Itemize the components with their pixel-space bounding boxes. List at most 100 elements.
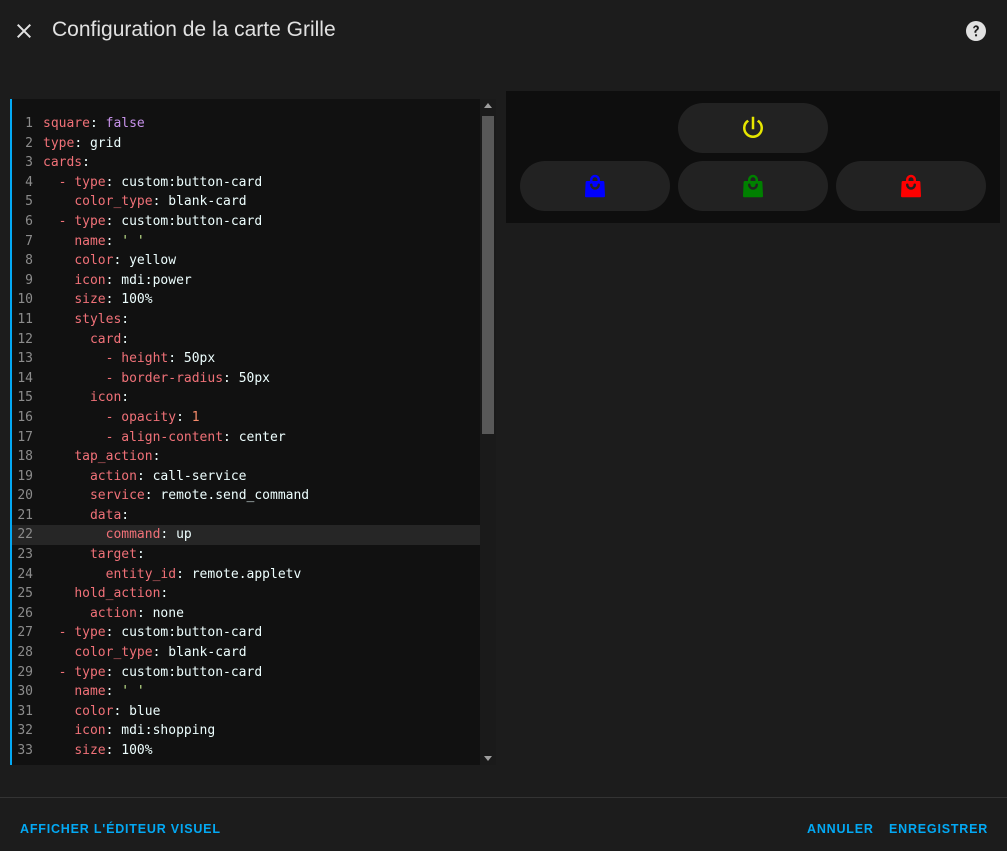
code-line[interactable]: 30 name: ' '	[12, 682, 480, 702]
line-text: icon: mdi:shopping	[74, 723, 216, 739]
code-line[interactable]: 7 name: ' '	[12, 232, 480, 252]
yaml-value: false	[105, 116, 145, 131]
code-line[interactable]: 8 color: yellow	[12, 251, 480, 271]
code-line[interactable]: 31 color: blue	[12, 702, 480, 722]
code-line[interactable]: 24 entity_id: remote.appletv	[12, 565, 480, 585]
code-line[interactable]: 14 - border-radius: 50px	[12, 369, 480, 389]
code-line[interactable]: 11 styles:	[12, 310, 480, 330]
yaml-key: icon	[74, 272, 106, 288]
code-line[interactable]: 2 type: grid	[12, 134, 480, 154]
yaml-key: square	[43, 116, 90, 131]
yaml-key: action	[89, 605, 137, 621]
line-number: 1	[25, 116, 33, 131]
yaml-key: action	[89, 468, 137, 484]
line-number: 13	[17, 351, 33, 367]
yaml-key: data	[89, 507, 122, 523]
help-button[interactable]	[964, 19, 988, 43]
yaml-value: yellow	[129, 253, 177, 269]
code-line[interactable]: 23 target:	[12, 545, 480, 565]
cancel-button[interactable]: Annuler	[807, 822, 874, 836]
code-line[interactable]: 12 card:	[12, 330, 480, 350]
red-shopping-button-card[interactable]	[836, 161, 986, 211]
code-line[interactable]: 21 data:	[12, 506, 480, 526]
line-text: hold_action:	[74, 586, 169, 602]
scroll-thumb[interactable]	[482, 116, 494, 434]
code-lines[interactable]: 1 square: false 2 type: grid 3 cards: 4 - type…	[12, 114, 480, 761]
yaml-key: command	[105, 527, 161, 543]
close-button[interactable]	[12, 19, 36, 43]
line-text: - border-radius: 50px	[105, 370, 270, 386]
line-text: name: ' '	[74, 233, 145, 249]
line-number: 9	[25, 272, 33, 288]
line-number: 20	[17, 488, 33, 504]
save-button[interactable]: Enregistrer	[889, 822, 988, 836]
code-line[interactable]: 33 size: 100%	[12, 741, 480, 761]
code-line[interactable]: 16 - opacity: 1	[12, 408, 480, 428]
green-shopping-button-card[interactable]	[678, 161, 828, 211]
code-line[interactable]: 25 hold_action:	[12, 584, 480, 604]
line-number: 33	[17, 743, 33, 758]
line-number: 27	[17, 625, 33, 641]
line-text: - type: custom:button-card	[58, 664, 263, 680]
line-number: 15	[17, 390, 33, 406]
scroll-down-arrow-icon[interactable]	[484, 756, 492, 761]
code-line[interactable]: 15 icon:	[12, 388, 480, 408]
editor-scrollbar[interactable]	[480, 99, 496, 765]
yaml-code-editor[interactable]: 1 square: false 2 type: grid 3 cards: 4 - type…	[10, 99, 496, 765]
power-button-card[interactable]	[678, 103, 828, 153]
yaml-key: color	[74, 703, 114, 719]
yaml-key: hold_action	[74, 586, 161, 602]
code-line[interactable]: 27 - type: custom:button-card	[12, 623, 480, 643]
dialog-title: Configuration de la carte Grille	[52, 18, 336, 41]
line-text: type: grid	[43, 135, 122, 151]
close-icon	[17, 24, 31, 38]
line-number: 25	[17, 586, 33, 602]
line-number: 28	[17, 645, 33, 661]
yaml-value: blank-card	[168, 194, 247, 210]
code-line[interactable]: 32 icon: mdi:shopping	[12, 721, 480, 741]
line-text: - height: 50px	[105, 351, 216, 367]
line-text: action: call-service	[89, 468, 247, 484]
show-visual-editor-button[interactable]: Afficher l'éditeur visuel	[20, 822, 221, 836]
code-line[interactable]: 13 - height: 50px	[12, 349, 480, 369]
yaml-key: type	[74, 174, 106, 190]
line-number: 8	[25, 253, 33, 269]
scroll-up-arrow-icon[interactable]	[484, 103, 492, 108]
code-line[interactable]: 19 action: call-service	[12, 467, 480, 487]
yaml-key: size	[74, 743, 106, 758]
yaml-key: size	[74, 292, 106, 308]
code-line[interactable]: 5 color_type: blank-card	[12, 192, 480, 212]
code-line[interactable]: 18 tap_action:	[12, 447, 480, 467]
code-line[interactable]: 9 icon: mdi:power	[12, 271, 480, 291]
code-line[interactable]: 4 - type: custom:button-card	[12, 173, 480, 193]
line-number: 29	[17, 664, 33, 680]
code-line[interactable]: 10 size: 100%	[12, 290, 480, 310]
code-line[interactable]: 20 service: remote.send_command	[12, 486, 480, 506]
yaml-value: 100%	[121, 743, 153, 758]
code-line[interactable]: 28 color_type: blank-card	[12, 643, 480, 663]
yaml-key: type	[74, 625, 106, 641]
yaml-value: grid	[89, 135, 122, 151]
yaml-key: cards	[43, 155, 83, 171]
code-line[interactable]: 17 - align-content: center	[12, 428, 480, 448]
yaml-key: tap_action	[74, 449, 153, 465]
line-text: command: up	[105, 527, 192, 543]
line-number: 6	[25, 213, 33, 229]
yaml-value: blue	[129, 703, 161, 719]
yaml-key: type	[74, 213, 106, 229]
yaml-value: call-service	[152, 468, 247, 484]
line-text: - type: custom:button-card	[58, 174, 263, 190]
code-line[interactable]: 3 cards:	[12, 153, 480, 173]
yaml-key: icon	[74, 723, 106, 739]
line-number: 30	[17, 684, 33, 700]
code-line[interactable]: 29 - type: custom:button-card	[12, 663, 480, 683]
yaml-key: name	[74, 684, 106, 700]
line-text: color: yellow	[74, 253, 177, 269]
code-line[interactable]: 6 - type: custom:button-card	[12, 212, 480, 232]
line-number: 18	[17, 449, 33, 465]
blue-shopping-button-card[interactable]	[520, 161, 670, 211]
yaml-key: type	[43, 135, 75, 151]
code-line[interactable]: 22 command: up	[12, 525, 480, 546]
code-line[interactable]: 26 action: none	[12, 604, 480, 624]
code-line[interactable]: 1 square: false	[12, 114, 480, 134]
